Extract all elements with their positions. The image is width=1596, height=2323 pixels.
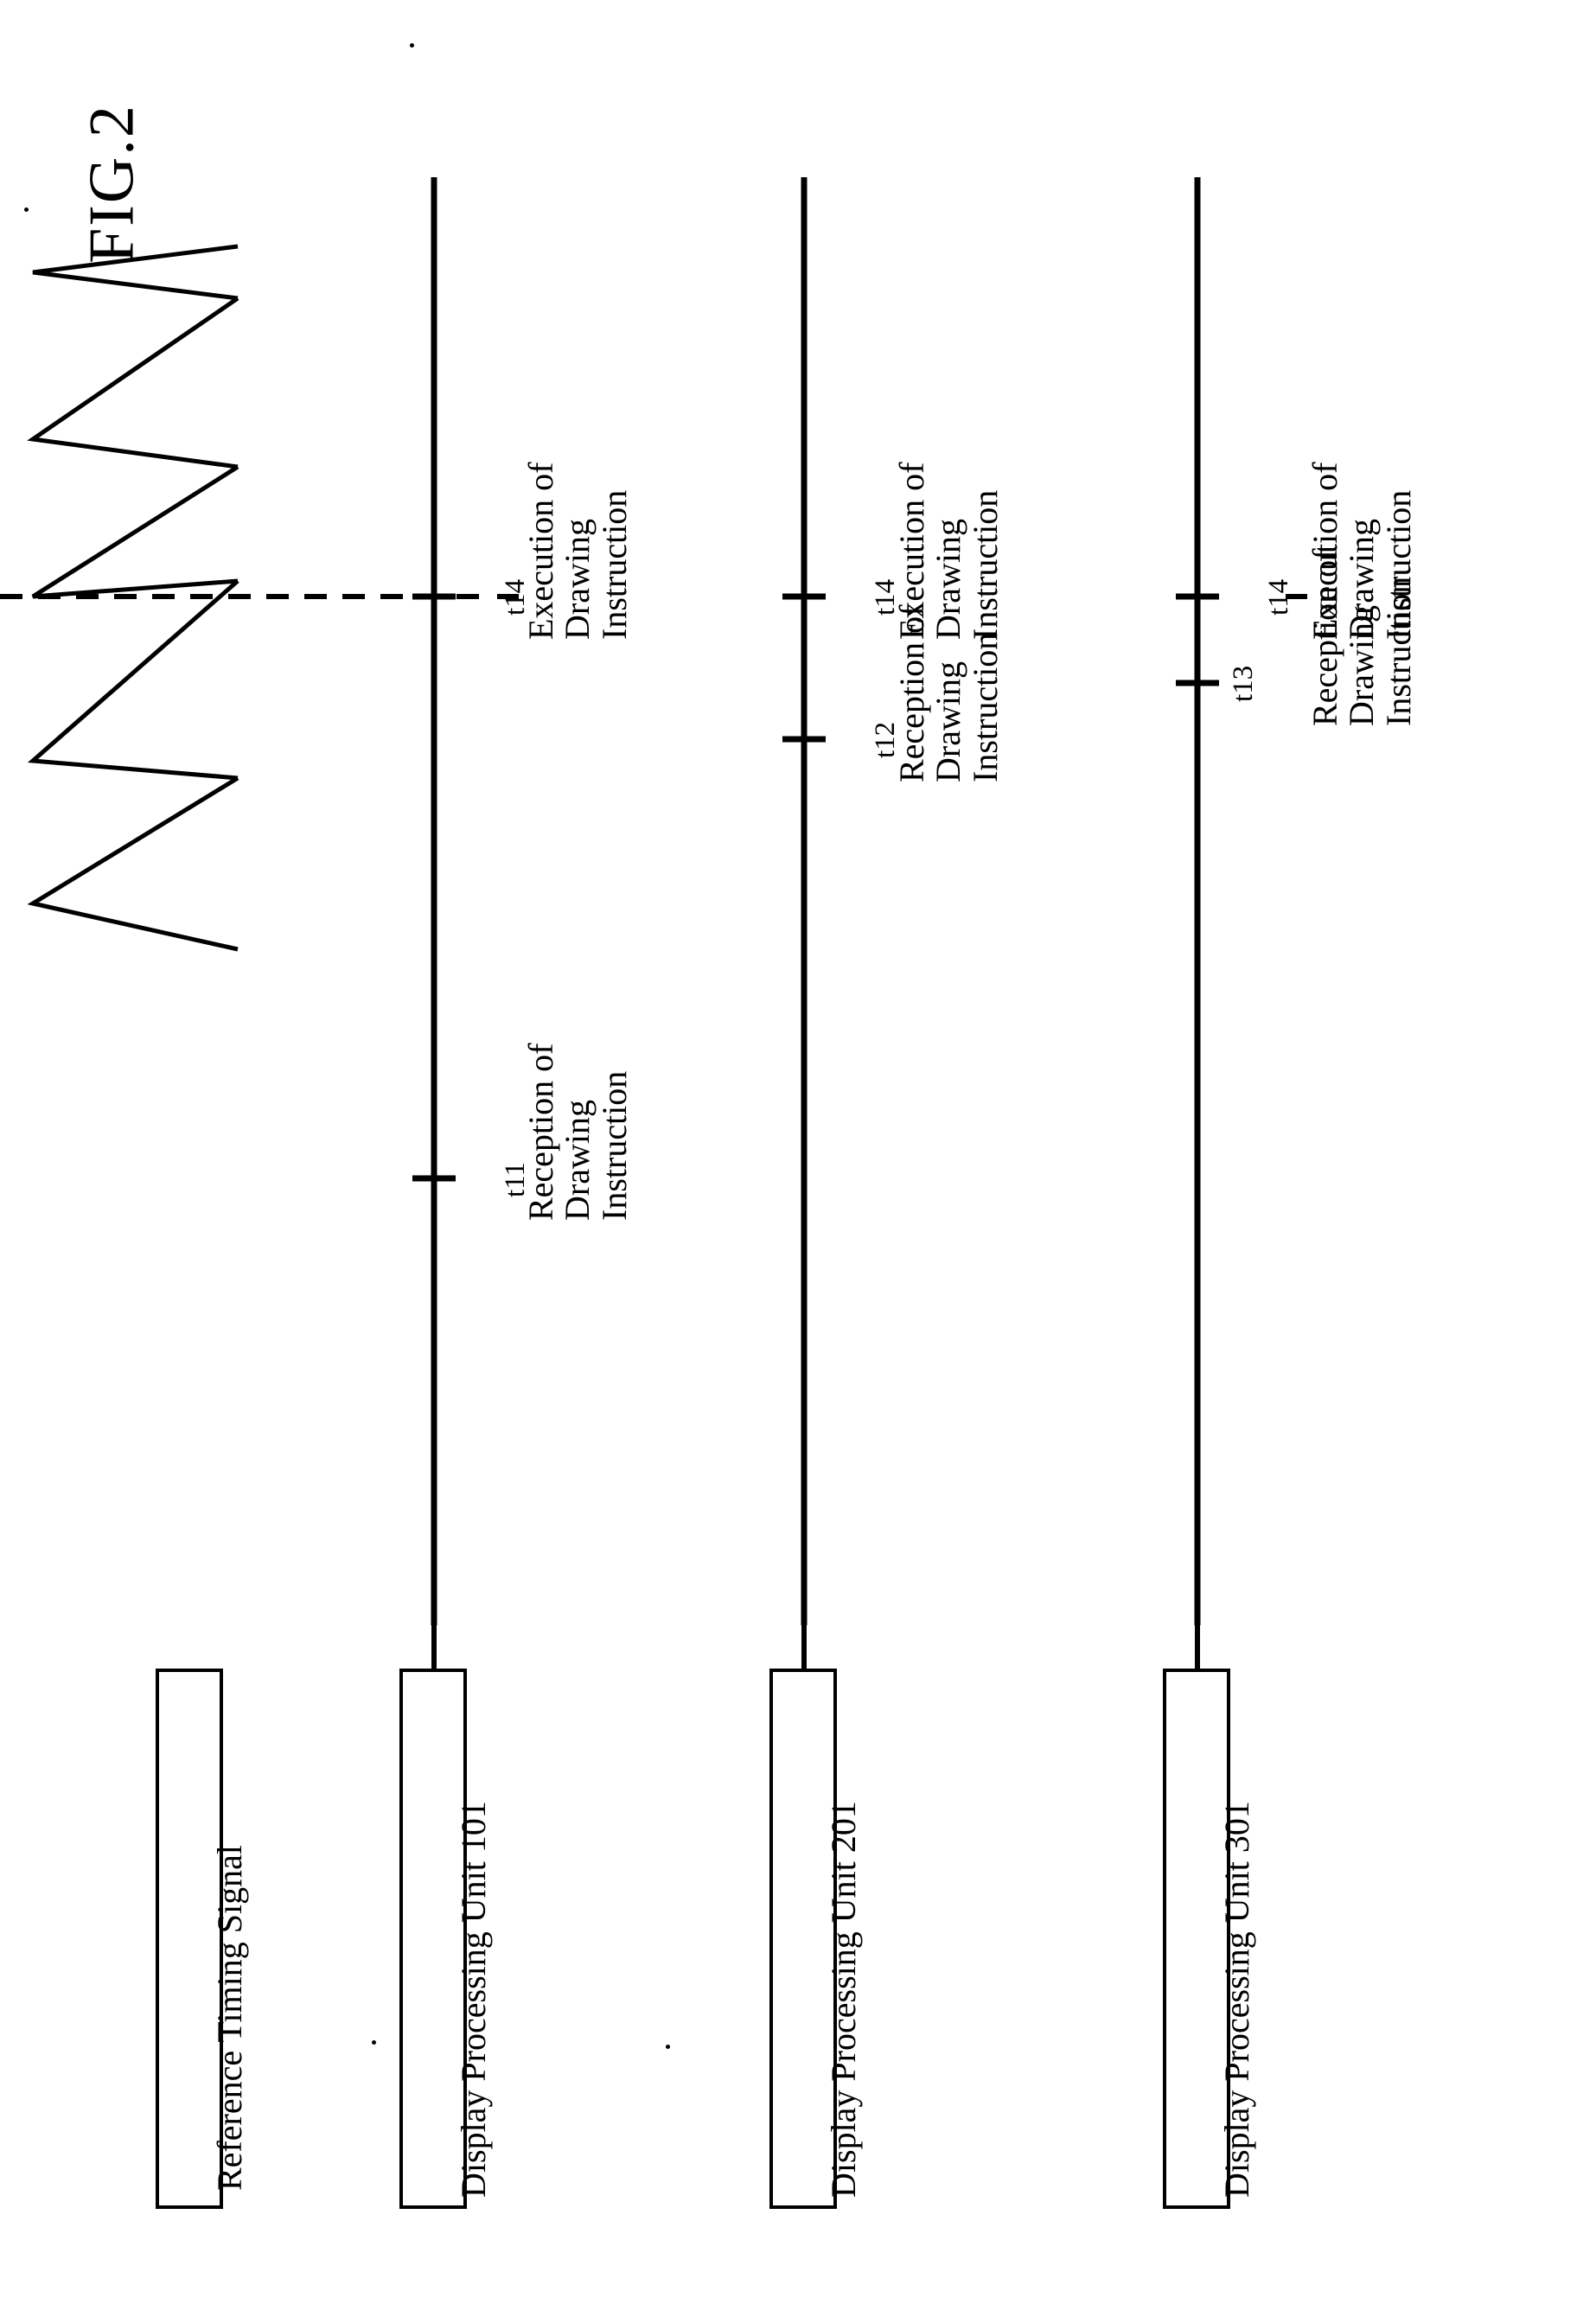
timeline-axis-101 xyxy=(412,177,519,1625)
tick-label-t14-301: t14 xyxy=(1263,578,1294,616)
annotation-line: Reception of xyxy=(892,604,931,783)
annotation-reception-101: Reception of Drawing Instruction xyxy=(521,1043,634,1222)
annotation-line: Instruction xyxy=(594,489,634,640)
axis-to-box-connectors xyxy=(431,1625,1200,1669)
annotation-line: Instruction xyxy=(965,632,1005,782)
patent-figure: FIG.2 t14 t11 t14 t12 t14 t13 Execution … xyxy=(0,0,1596,2323)
box-label-display-processing-unit-101: Display Processing Unit 101 xyxy=(454,1801,493,2198)
annotation-execution-101: Execution of Drawing Instruction xyxy=(521,462,634,641)
timeline-axis-301 xyxy=(1176,177,1307,1625)
box-display-processing-unit-201: Display Processing Unit 201 xyxy=(769,1669,863,2209)
annotation-line: Reception of xyxy=(1306,548,1344,727)
annotation-line: Execution of xyxy=(521,462,560,641)
timeline-axis-201 xyxy=(782,177,826,1625)
box-display-processing-unit-101: Display Processing Unit 101 xyxy=(399,1669,493,2209)
annotation-line: Instruction xyxy=(1378,576,1418,726)
annotation-line: Drawing xyxy=(929,661,968,782)
tick-label-t13-301: t13 xyxy=(1228,665,1259,702)
annotation-line: Drawing xyxy=(558,519,597,640)
box-label-reference-timing-signal: Reference Timing Signal xyxy=(210,1845,249,2191)
box-reference-timing-signal: Reference Timing Signal xyxy=(156,1669,249,2209)
annotation-line: Reception of xyxy=(521,1043,560,1222)
box-label-display-processing-unit-201: Display Processing Unit 201 xyxy=(824,1801,863,2198)
box-label-display-processing-unit-301: Display Processing Unit 301 xyxy=(1217,1801,1256,2198)
annotation-reception-201: Reception of Drawing Instruction xyxy=(892,604,1005,783)
box-display-processing-unit-301: Display Processing Unit 301 xyxy=(1163,1669,1256,2209)
annotation-line: Drawing xyxy=(558,1100,597,1221)
annotation-reception-301: Reception of Drawing Instruction xyxy=(1306,548,1418,727)
annotation-line: Instruction xyxy=(594,1070,634,1221)
annotation-line: Drawing xyxy=(1342,605,1382,726)
